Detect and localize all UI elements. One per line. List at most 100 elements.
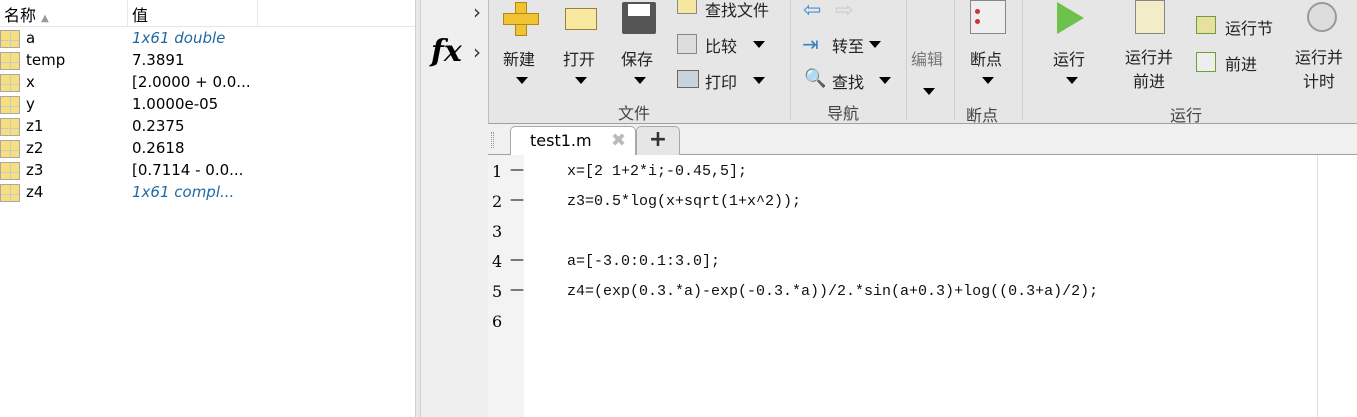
matrix-icon (0, 118, 20, 136)
find-dropdown-icon[interactable] (879, 77, 891, 84)
variable-value: 1x61 double (132, 29, 226, 47)
code-editor[interactable]: 1 — x=[2 1+2*i;-0.45,5]; 2 — z3=0.5*log(x… (488, 155, 1357, 417)
run-advance-button[interactable]: 运行并 前进 (1125, 46, 1173, 94)
new-dropdown-icon[interactable] (516, 77, 528, 84)
goto-icon: ⇥ (802, 32, 819, 56)
print-dropdown-icon[interactable] (753, 77, 765, 84)
column-header-empty (258, 0, 415, 27)
compare-icon (677, 34, 697, 54)
file-group-label: 文件 (618, 104, 651, 123)
workspace-variable-row[interactable]: a 1x61 double (0, 28, 415, 50)
advance-icon (1196, 52, 1216, 72)
code-line[interactable]: x=[2 1+2*i;-0.45,5]; (567, 163, 747, 180)
open-button[interactable]: 打开 (563, 46, 595, 70)
workspace-variable-row[interactable]: z3 [0.7114 - 0.0... (0, 160, 415, 182)
back-arrow-icon[interactable]: ⇦ (803, 0, 821, 23)
compare-button[interactable]: 比较 (705, 33, 737, 57)
run-advance-label-2: 前进 (1133, 72, 1166, 91)
divider (1022, 0, 1023, 120)
nav-group-label: 导航 (827, 104, 860, 123)
workspace-panel: 名称 ▲ 值 a 1x61 double temp 7.3891 x [2.0000 + … (0, 0, 415, 417)
goto-dropdown-icon[interactable] (869, 41, 881, 48)
variable-name: y (26, 95, 35, 113)
column-value-label: 值 (132, 6, 149, 25)
variable-value: 0.2375 (132, 117, 185, 135)
breakpoint-marker[interactable]: — (510, 282, 524, 298)
run-advance-label-1: 运行并 (1125, 48, 1174, 67)
find-files-icon (677, 0, 697, 14)
new-button[interactable]: 新建 (503, 46, 535, 70)
variable-name: temp (26, 51, 66, 69)
code-line[interactable]: z4=(exp(0.3.*a)-exp(-0.3.*a))/2.*sin(a+0… (567, 283, 1098, 300)
workspace-variable-row[interactable]: z4 1x61 compl... (0, 182, 415, 204)
new-icon (503, 2, 543, 38)
breakpoint-marker[interactable]: — (510, 192, 524, 208)
divider (954, 0, 955, 120)
divider (906, 0, 907, 120)
column-header-name[interactable]: 名称 ▲ (0, 0, 128, 27)
matrix-icon (0, 52, 20, 70)
variable-value: [2.0000 + 0.0... (132, 73, 251, 91)
column-name-label: 名称 (4, 6, 37, 25)
code-line[interactable]: a=[-3.0:0.1:3.0]; (567, 253, 720, 270)
find-files-button[interactable]: 查找文件 (705, 0, 769, 21)
run-time-label-1: 运行并 (1295, 48, 1344, 67)
breakpoints-button[interactable]: 断点 (970, 46, 1002, 70)
workspace-variable-row[interactable]: z1 0.2375 (0, 116, 415, 138)
breakpoints-group-label: 断点 (966, 106, 999, 125)
matrix-icon (0, 74, 20, 92)
command-strip: fx › › (421, 0, 488, 417)
workspace-variable-row[interactable]: z2 0.2618 (0, 138, 415, 160)
run-time-button[interactable]: 运行并 计时 (1295, 46, 1343, 94)
save-icon (622, 2, 656, 34)
save-button[interactable]: 保存 (621, 46, 653, 70)
run-dropdown-icon[interactable] (1066, 77, 1078, 84)
open-folder-icon (565, 8, 597, 30)
variable-name: z3 (26, 161, 44, 179)
editor-tabbar: test1.m ✖ + (488, 124, 1357, 156)
tab-test1-m[interactable]: test1.m ✖ (510, 126, 636, 156)
fx-icon[interactable]: fx (431, 34, 462, 69)
print-button[interactable]: 打印 (705, 69, 737, 93)
breakpoint-marker[interactable]: — (510, 252, 524, 268)
variable-value: 0.2618 (132, 139, 185, 157)
variable-name: z2 (26, 139, 44, 157)
compare-dropdown-icon[interactable] (753, 41, 765, 48)
run-icon (1057, 2, 1084, 34)
breakpoint-marker[interactable]: — (510, 162, 524, 178)
advance-button[interactable]: 前进 (1225, 51, 1257, 75)
line-number: 6 (492, 312, 503, 331)
open-dropdown-icon[interactable] (575, 77, 587, 84)
goto-button[interactable]: 转至 (832, 33, 864, 57)
line-number: 3 (492, 222, 503, 241)
run-time-label-2: 计时 (1303, 72, 1336, 91)
run-button[interactable]: 运行 (1053, 46, 1085, 70)
variable-value: 1x61 compl... (132, 183, 235, 201)
run-section-icon (1196, 16, 1216, 34)
edit-button[interactable]: 编辑 (911, 46, 943, 70)
workspace-variable-row[interactable]: y 1.0000e-05 (0, 94, 415, 116)
right-margin-line (1317, 155, 1318, 417)
matrix-icon (0, 162, 20, 180)
drag-handle-icon[interactable] (491, 132, 494, 148)
chevron-right-icon[interactable]: › (473, 0, 481, 24)
toolstrip: 新建 打开 保存 查找文件 比较 打印 文件 ⇦ ⇨ ⇥ 转至 🔍 查找 导航 … (488, 0, 1357, 125)
variable-name: z1 (26, 117, 44, 135)
close-icon[interactable]: ✖ (611, 130, 626, 151)
breakpoints-dropdown-icon[interactable] (982, 77, 994, 84)
matrix-icon (0, 30, 20, 48)
workspace-variable-row[interactable]: temp 7.3891 (0, 50, 415, 72)
run-section-button[interactable]: 运行节 (1225, 15, 1273, 39)
add-tab-button[interactable]: + (636, 126, 680, 156)
save-dropdown-icon[interactable] (634, 77, 646, 84)
code-line[interactable]: z3=0.5*log(x+sqrt(1+x^2)); (567, 193, 801, 210)
line-number: 5 (492, 282, 503, 301)
column-header-value[interactable]: 值 (128, 0, 258, 27)
edit-dropdown-icon[interactable] (923, 88, 935, 95)
chevron-right-icon[interactable]: › (473, 40, 481, 64)
variable-value: 1.0000e-05 (132, 95, 219, 113)
workspace-variable-row[interactable]: x [2.0000 + 0.0... (0, 72, 415, 94)
find-button[interactable]: 查找 (832, 69, 864, 93)
matrix-icon (0, 184, 20, 202)
sort-ascending-icon: ▲ (41, 13, 49, 24)
